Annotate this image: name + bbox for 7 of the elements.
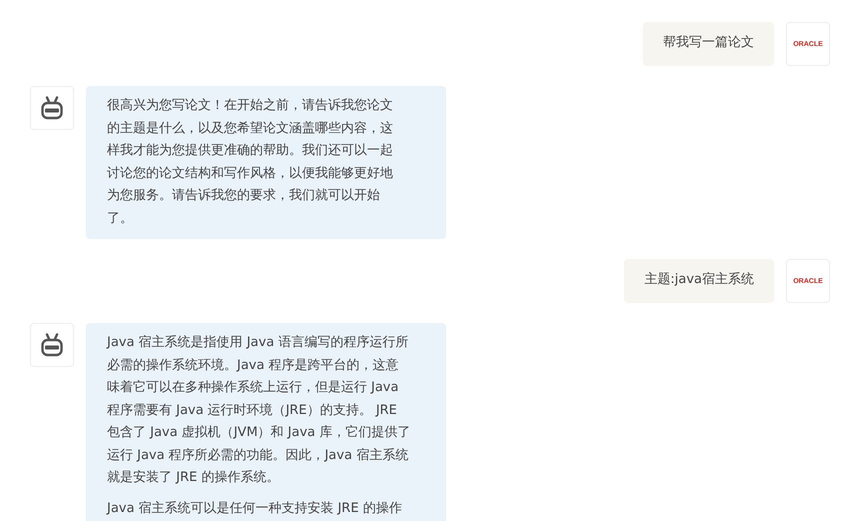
message-text: Java 宿主系统可以是任何一种支持安装 JRE 的操作	[107, 500, 403, 518]
message-text: 帮我写一篇论文	[663, 34, 754, 52]
robot-icon	[40, 333, 64, 357]
message-text: 很高兴为您写论文！在开始之前，请告诉我您论文 的主题是什么，以及您希望论文涵盖哪些内容，这 样我才能为您提供更准确的帮助。我们还可以一起 讨论您的论文结构和写作风格，以便我能够更好地 为您服务。请告诉我您的要求，我们就可以开始 了。	[107, 97, 394, 228]
message-text: Java 宿主系统是指使用 Java 语言编写的程序运行所 必需的操作系统环境。Java 程序是跨平台的，这意 味着它可以在多种操作系统上运行，但是运行 Java 程序需要有 Java 运行时环境（JRE）的支持。 JRE 包含了 Java 虚拟机（JVM）和 Java 库，它们提供了 运行 Java 程序所必需的功能。因此，Java 宿主系统 就是安装了 JRE 的操作系统。	[107, 334, 412, 487]
message-text: 主题:java宿主系统	[644, 271, 754, 289]
robot-icon	[40, 96, 64, 120]
